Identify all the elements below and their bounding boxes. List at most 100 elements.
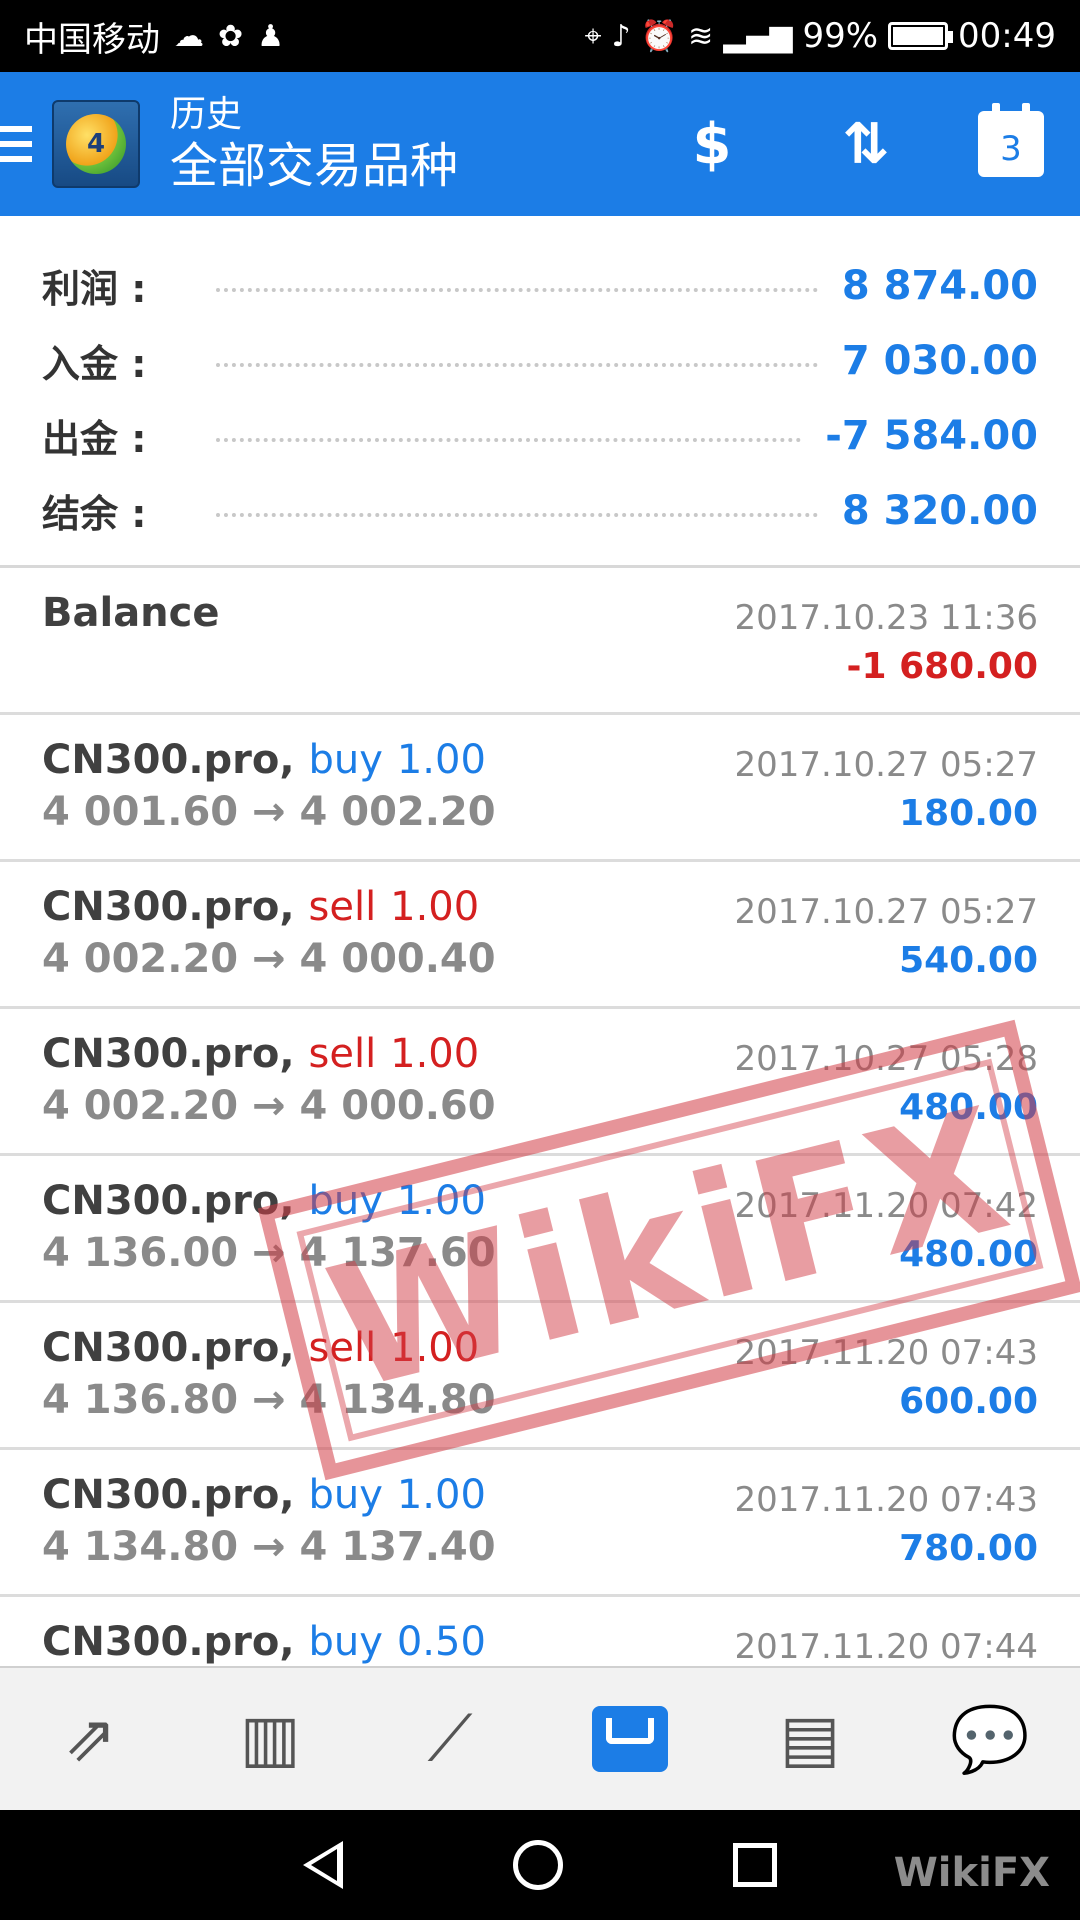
- history-tray-icon[interactable]: [585, 1694, 675, 1784]
- dotted-leader: [216, 437, 802, 442]
- summary-value: 8 320.00: [841, 487, 1038, 534]
- entry-profit: 540.00: [899, 940, 1038, 981]
- symbol-filter-title[interactable]: 全部交易品种: [170, 137, 458, 195]
- summary-label: 结余 :: [42, 492, 147, 536]
- summary-row-withdrawal: 出金 : -7 584.00: [0, 398, 1080, 473]
- entry-profit: 180.00: [899, 793, 1038, 834]
- summary-label: 出金 :: [42, 417, 147, 461]
- entry-time: 2017.10.27 05:28: [734, 1039, 1038, 1079]
- entry-symbol: CN300.pro,: [42, 1472, 295, 1518]
- entry-prices: 4 136.00 → 4 137.60: [42, 1230, 496, 1276]
- news-icon[interactable]: ▤: [765, 1694, 855, 1784]
- back-icon[interactable]: [303, 1841, 343, 1889]
- summary-row-deposit: 入金 : 7 030.00: [0, 323, 1080, 398]
- dotted-leader: [216, 362, 818, 367]
- signal-icon: ▂▄▆: [723, 18, 793, 54]
- alarm-icon: ⏰: [640, 18, 679, 54]
- entry-side: sell: [308, 1325, 377, 1371]
- recent-apps-icon[interactable]: [733, 1843, 777, 1887]
- entry-lots: 1.00: [396, 1472, 486, 1518]
- entry-prices: 4 002.20 → 4 000.60: [42, 1083, 496, 1129]
- calendar-day: 3: [1000, 129, 1022, 169]
- entry-title: CN300.pro, sell 1.00: [42, 1325, 479, 1371]
- history-list[interactable]: Balance 2017.10.23 11:36 -1 680.00 CN300…: [0, 568, 1080, 1666]
- status-bar: 中国移动 ☁ ✿ ♟ ⌖ ♪ ⏰ ≋ ▂▄▆ 99% 00:49: [0, 0, 1080, 72]
- list-item[interactable]: CN300.pro, buy 1.00 4 136.00 → 4 137.60 …: [0, 1156, 1080, 1303]
- entry-profit: 780.00: [899, 1528, 1038, 1569]
- entry-time: 2017.11.20 07:43: [734, 1480, 1038, 1520]
- cloud-icon: ☁: [174, 18, 204, 54]
- entry-time: 2017.11.20 07:42: [734, 1186, 1038, 1226]
- entry-prices: 4 136.80 → 4 134.80: [42, 1377, 496, 1423]
- list-item[interactable]: CN300.pro, sell 1.00 4 136.80 → 4 134.80…: [0, 1303, 1080, 1450]
- entry-symbol: CN300.pro,: [42, 884, 295, 930]
- sort-icon[interactable]: ⇅: [824, 102, 908, 186]
- entry-symbol: Balance: [42, 590, 220, 636]
- entry-time: 2017.10.27 05:27: [734, 745, 1038, 785]
- summary-value: -7 584.00: [825, 412, 1038, 459]
- list-item[interactable]: CN300.pro, buy 1.00 4 001.60 → 4 002.20 …: [0, 715, 1080, 862]
- history-summary: 利润 : 8 874.00 入金 : 7 030.00 出金 : -7 584.…: [0, 216, 1080, 568]
- entry-time: 2017.10.23 11:36: [734, 598, 1038, 638]
- battery-percent: 99%: [802, 16, 879, 56]
- entry-side: sell: [308, 884, 377, 930]
- entry-title: CN300.pro, sell 1.00: [42, 884, 479, 930]
- summary-row-profit: 利润 : 8 874.00: [0, 248, 1080, 323]
- summary-value: 7 030.00: [841, 337, 1038, 384]
- entry-lots: 1.00: [396, 1178, 486, 1224]
- summary-label: 入金 :: [42, 342, 147, 386]
- list-item[interactable]: CN300.pro, buy 1.00 4 134.80 → 4 137.40 …: [0, 1450, 1080, 1597]
- entry-lots: 1.00: [396, 737, 486, 783]
- list-item[interactable]: CN300.pro, sell 1.00 4 002.20 → 4 000.60…: [0, 1009, 1080, 1156]
- summary-label: 利润 :: [42, 267, 147, 311]
- trade-icon[interactable]: ⟋: [405, 1694, 495, 1784]
- battery-icon: [888, 22, 954, 50]
- entry-time: 2017.11.20 07:44: [734, 1627, 1038, 1666]
- entry-symbol: CN300.pro,: [42, 1325, 295, 1371]
- entry-prices: 4 002.20 → 4 000.40: [42, 936, 496, 982]
- mute-icon: ♪: [611, 18, 631, 54]
- entry-lots: 0.50: [396, 1619, 486, 1665]
- location-icon: ⌖: [584, 18, 602, 54]
- entry-symbol: CN300.pro,: [42, 1619, 295, 1665]
- entry-profit: 480.00: [899, 1087, 1038, 1128]
- entry-title: CN300.pro, sell 1.00: [42, 1031, 479, 1077]
- app-bar: 4 历史 全部交易品种 $ ⇅ 3: [0, 72, 1080, 216]
- entry-profit: -1 680.00: [846, 646, 1038, 687]
- entry-title: CN300.pro, buy 0.50: [42, 1619, 486, 1665]
- quotes-arrows-icon[interactable]: ⇗: [45, 1694, 135, 1784]
- entry-lots: 1.00: [390, 1031, 480, 1077]
- entry-lots: 1.00: [390, 1325, 480, 1371]
- chart-candles-icon[interactable]: ▥: [225, 1694, 315, 1784]
- entry-prices: 4 001.60 → 4 002.20: [42, 789, 496, 835]
- wifi-icon: ≋: [688, 18, 714, 54]
- summary-row-balance: 结余 : 8 320.00: [0, 473, 1080, 548]
- entry-side: buy: [308, 737, 383, 783]
- bottom-nav: ⇗ ▥ ⟋ ▤ 💬: [0, 1666, 1080, 1810]
- list-item[interactable]: CN300.pro, sell 1.00 4 002.20 → 4 000.40…: [0, 862, 1080, 1009]
- list-item[interactable]: Balance 2017.10.23 11:36 -1 680.00: [0, 568, 1080, 715]
- entry-symbol: CN300.pro,: [42, 1178, 295, 1224]
- notification-icon: ✿: [218, 18, 244, 54]
- entry-title: CN300.pro, buy 1.00: [42, 1178, 486, 1224]
- entry-side: buy: [308, 1619, 383, 1665]
- entry-side: buy: [308, 1472, 383, 1518]
- entry-symbol: CN300.pro,: [42, 737, 295, 783]
- list-item[interactable]: CN300.pro, buy 0.50 2017.11.20 07:44: [0, 1597, 1080, 1666]
- entry-symbol: CN300.pro,: [42, 1031, 295, 1077]
- entry-time: 2017.10.27 05:27: [734, 892, 1038, 932]
- entry-side: sell: [308, 1031, 377, 1077]
- entry-prices: 4 134.80 → 4 137.40: [42, 1524, 496, 1570]
- screen-subtitle: 历史: [170, 94, 243, 135]
- calendar-icon[interactable]: 3: [978, 103, 1044, 177]
- chat-icon[interactable]: 💬: [945, 1694, 1035, 1784]
- dotted-leader: [216, 287, 818, 292]
- summary-value: 8 874.00: [841, 262, 1038, 309]
- entry-time: 2017.11.20 07:43: [734, 1333, 1038, 1373]
- clock: 00:49: [958, 16, 1056, 56]
- dollar-refresh-icon[interactable]: $: [670, 102, 754, 186]
- menu-icon[interactable]: [0, 126, 32, 162]
- app-logo: 4: [52, 100, 140, 188]
- dotted-leader: [216, 512, 818, 517]
- home-icon[interactable]: [513, 1840, 563, 1890]
